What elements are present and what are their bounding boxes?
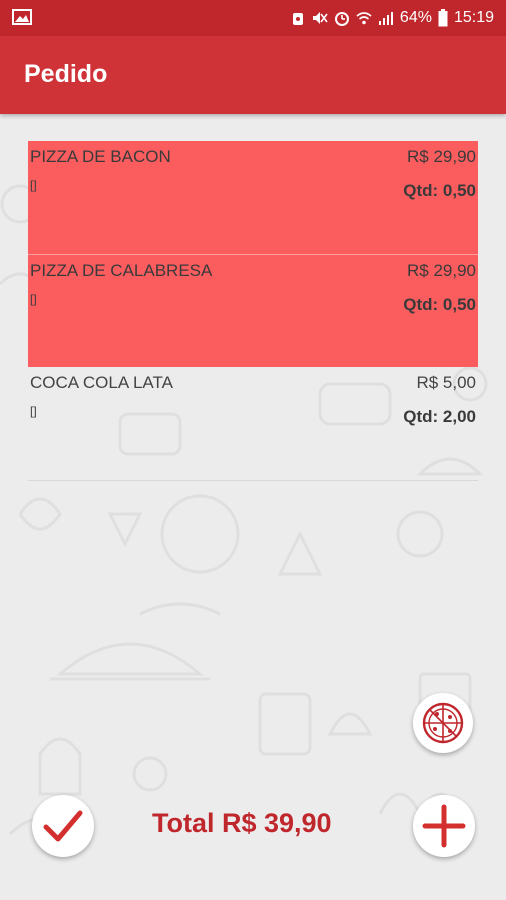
plus-icon	[422, 804, 466, 848]
item-name: COCA COLA LATA	[30, 373, 173, 392]
signal-icon	[378, 12, 393, 25]
page-title: Pedido	[24, 60, 108, 88]
clock: 15:19	[453, 9, 494, 26]
order-total: Total R$ 39,90	[152, 808, 332, 838]
item-notes: []	[30, 292, 37, 306]
app-bar: Pedido	[0, 36, 506, 114]
battery-percent: 64%	[399, 9, 432, 26]
item-quantity: Qtd: 0,50	[403, 181, 476, 200]
order-list: PIZZA DE BACON R$ 29,90 [] Qtd: 0,50 PIZ…	[28, 141, 478, 481]
gallery-notification-icon	[12, 9, 32, 25]
item-name: PIZZA DE CALABRESA	[30, 261, 213, 280]
status-bar: 64% 15:19	[0, 0, 506, 36]
order-item[interactable]: PIZZA DE BACON R$ 29,90 [] Qtd: 0,50	[28, 141, 478, 254]
battery-icon	[438, 9, 448, 27]
confirm-order-button[interactable]	[32, 795, 94, 857]
item-price: R$ 29,90	[407, 261, 476, 280]
order-item[interactable]: PIZZA DE CALABRESA R$ 29,90 [] Qtd: 0,50	[28, 254, 478, 367]
item-price: R$ 5,00	[416, 373, 476, 392]
item-notes: []	[30, 178, 37, 192]
check-icon	[43, 810, 83, 842]
pizza-menu-button[interactable]	[413, 693, 473, 753]
item-notes: []	[30, 404, 37, 418]
item-quantity: Qtd: 0,50	[403, 295, 476, 314]
item-name: PIZZA DE BACON	[30, 147, 171, 166]
add-item-button[interactable]	[413, 795, 475, 857]
alarm-icon	[334, 12, 349, 26]
item-quantity: Qtd: 2,00	[403, 407, 476, 426]
list-divider	[28, 480, 478, 481]
mute-icon	[312, 12, 328, 24]
order-item[interactable]: COCA COLA LATA R$ 5,00 [] Qtd: 2,00	[28, 367, 478, 480]
item-price: R$ 29,90	[407, 147, 476, 166]
lock-app-icon	[292, 13, 303, 25]
pizza-icon	[422, 702, 464, 744]
wifi-icon	[356, 12, 372, 25]
